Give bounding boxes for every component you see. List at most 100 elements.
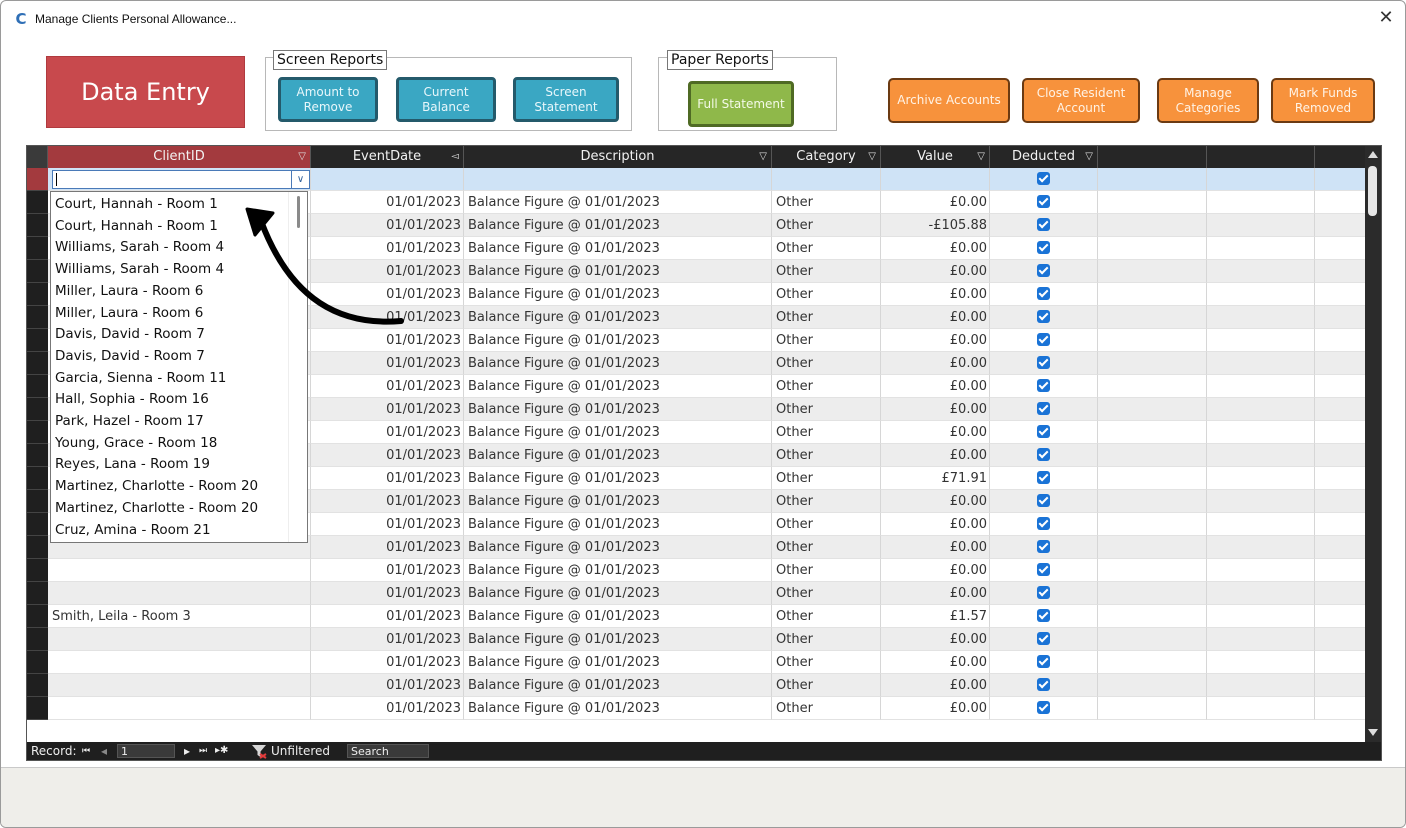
column-header-empty[interactable] bbox=[1315, 146, 1365, 168]
table-row[interactable]: 01/01/2023 Balance Figure @ 01/01/2023 Oth… bbox=[27, 559, 1365, 582]
cell-val[interactable]: £0.00 bbox=[881, 628, 990, 651]
cell-date[interactable]: 01/01/2023 bbox=[311, 536, 464, 559]
table-row[interactable]: 01/01/2023 Balance Figure @ 01/01/2023 Oth… bbox=[27, 651, 1365, 674]
filter-status[interactable]: Unfiltered bbox=[271, 742, 330, 760]
deducted-checkbox[interactable] bbox=[1037, 218, 1050, 231]
cell-date[interactable]: 01/01/2023 bbox=[311, 214, 464, 237]
deducted-checkbox[interactable] bbox=[1037, 402, 1050, 415]
record-selector[interactable] bbox=[27, 444, 48, 467]
cell-empty[interactable] bbox=[1207, 306, 1315, 329]
record-selector[interactable] bbox=[27, 628, 48, 651]
cell-empty[interactable] bbox=[1315, 214, 1365, 237]
chevron-down-icon[interactable]: ▽ bbox=[1085, 146, 1093, 168]
cell-empty[interactable] bbox=[1315, 444, 1365, 467]
cell-date[interactable]: 01/01/2023 bbox=[311, 237, 464, 260]
scrollbar-thumb[interactable] bbox=[1368, 166, 1377, 216]
previous-record-icon[interactable]: ◂ bbox=[101, 742, 107, 760]
list-item[interactable]: Davis, David - Room 7 bbox=[51, 323, 288, 345]
cell-desc[interactable]: Balance Figure @ 01/01/2023 bbox=[464, 605, 772, 628]
cell-empty[interactable] bbox=[1207, 559, 1315, 582]
cell-val[interactable]: £0.00 bbox=[881, 421, 990, 444]
cell-empty[interactable] bbox=[1098, 467, 1207, 490]
deducted-checkbox[interactable] bbox=[1037, 333, 1050, 346]
cell-empty[interactable] bbox=[1098, 375, 1207, 398]
cell-desc[interactable]: Balance Figure @ 01/01/2023 bbox=[464, 260, 772, 283]
cell-desc[interactable]: Balance Figure @ 01/01/2023 bbox=[464, 467, 772, 490]
amount-to-remove-button[interactable]: Amount to Remove bbox=[278, 77, 378, 122]
cell-cat[interactable]: Other bbox=[772, 214, 881, 237]
deducted-checkbox[interactable] bbox=[1037, 563, 1050, 576]
manage-categories-button[interactable]: Manage Categories bbox=[1157, 78, 1259, 123]
cell-date[interactable]: 01/01/2023 bbox=[311, 398, 464, 421]
cell-val[interactable]: £0.00 bbox=[881, 191, 990, 214]
cell-empty[interactable] bbox=[1207, 582, 1315, 605]
cell-desc[interactable]: Balance Figure @ 01/01/2023 bbox=[464, 559, 772, 582]
column-header-eventdate[interactable]: EventDate ◅ bbox=[311, 146, 464, 168]
cell-desc[interactable]: Balance Figure @ 01/01/2023 bbox=[464, 513, 772, 536]
list-item[interactable]: Miller, Laura - Room 6 bbox=[51, 302, 288, 324]
deducted-checkbox[interactable] bbox=[1037, 379, 1050, 392]
cell-cat[interactable]: Other bbox=[772, 444, 881, 467]
cell-empty[interactable] bbox=[1315, 306, 1365, 329]
column-header-empty[interactable] bbox=[1098, 146, 1207, 168]
column-header-description[interactable]: Description ▽ bbox=[464, 146, 772, 168]
deducted-checkbox[interactable] bbox=[1037, 540, 1050, 553]
filter-icon[interactable] bbox=[251, 742, 267, 760]
cell-client[interactable] bbox=[48, 582, 311, 605]
list-item[interactable]: Young, Grace - Room 18 bbox=[51, 432, 288, 454]
cell-date[interactable]: 01/01/2023 bbox=[311, 605, 464, 628]
chevron-down-icon[interactable]: ▽ bbox=[759, 146, 767, 168]
cell-empty[interactable] bbox=[1098, 329, 1207, 352]
cell-desc[interactable]: Balance Figure @ 01/01/2023 bbox=[464, 283, 772, 306]
cell-empty[interactable] bbox=[1207, 628, 1315, 651]
record-selector[interactable] bbox=[27, 306, 48, 329]
deducted-checkbox[interactable] bbox=[1037, 494, 1050, 507]
cell-val[interactable]: £0.00 bbox=[881, 306, 990, 329]
cell-cat[interactable]: Other bbox=[772, 375, 881, 398]
record-selector[interactable] bbox=[27, 536, 48, 559]
cell-date[interactable]: 01/01/2023 bbox=[311, 582, 464, 605]
screen-statement-button[interactable]: Screen Statement bbox=[513, 77, 619, 122]
cell-client[interactable] bbox=[48, 559, 311, 582]
cell-empty[interactable] bbox=[1098, 605, 1207, 628]
cell-empty[interactable] bbox=[1315, 467, 1365, 490]
table-row[interactable]: Smith, Leila - Room 3 01/01/2023 Balance F… bbox=[27, 605, 1365, 628]
cell-val[interactable]: £0.00 bbox=[881, 444, 990, 467]
cell-empty[interactable] bbox=[1098, 283, 1207, 306]
cell-val[interactable]: £0.00 bbox=[881, 398, 990, 421]
record-selector[interactable] bbox=[27, 168, 48, 191]
clientid-combo-input[interactable]: ∨ bbox=[52, 170, 310, 189]
cell-desc[interactable]: Balance Figure @ 01/01/2023 bbox=[464, 214, 772, 237]
record-selector[interactable] bbox=[27, 421, 48, 444]
cell-empty[interactable] bbox=[1098, 697, 1207, 720]
cell-empty[interactable] bbox=[1207, 260, 1315, 283]
cell-val[interactable]: £0.00 bbox=[881, 536, 990, 559]
cell-cat[interactable]: Other bbox=[772, 398, 881, 421]
select-all-corner[interactable] bbox=[27, 146, 48, 168]
cell-date[interactable]: 01/01/2023 bbox=[311, 559, 464, 582]
cell-val[interactable]: £0.00 bbox=[881, 283, 990, 306]
cell-empty[interactable] bbox=[1207, 191, 1315, 214]
cell-empty[interactable] bbox=[1315, 191, 1365, 214]
cell-val[interactable]: £0.00 bbox=[881, 697, 990, 720]
cell-desc[interactable]: Balance Figure @ 01/01/2023 bbox=[464, 237, 772, 260]
next-record-icon[interactable]: ▸ bbox=[184, 742, 190, 760]
deducted-checkbox[interactable] bbox=[1037, 241, 1050, 254]
deducted-checkbox[interactable] bbox=[1037, 655, 1050, 668]
cell-cat[interactable]: Other bbox=[772, 559, 881, 582]
deducted-checkbox[interactable] bbox=[1037, 264, 1050, 277]
cell-val[interactable]: £0.00 bbox=[881, 352, 990, 375]
record-selector[interactable] bbox=[27, 329, 48, 352]
cell-date[interactable]: 01/01/2023 bbox=[311, 513, 464, 536]
cell-empty[interactable] bbox=[1315, 697, 1365, 720]
cell-empty[interactable] bbox=[1207, 329, 1315, 352]
record-selector[interactable] bbox=[27, 559, 48, 582]
cell-date[interactable]: 01/01/2023 bbox=[311, 352, 464, 375]
cell-empty[interactable] bbox=[1098, 651, 1207, 674]
close-resident-account-button[interactable]: Close Resident Account bbox=[1022, 78, 1140, 123]
cell-date[interactable] bbox=[311, 168, 464, 191]
table-row[interactable]: 01/01/2023 Balance Figure @ 01/01/2023 Oth… bbox=[27, 582, 1365, 605]
cell-empty[interactable] bbox=[1315, 375, 1365, 398]
cell-empty[interactable] bbox=[1315, 605, 1365, 628]
cell-date[interactable]: 01/01/2023 bbox=[311, 444, 464, 467]
